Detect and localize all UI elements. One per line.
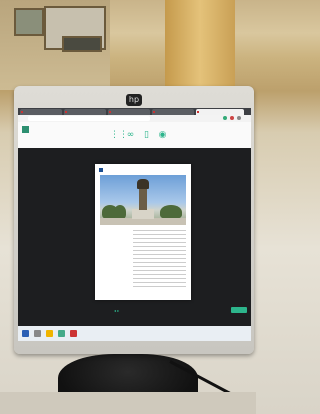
taskbar-app-icon[interactable] bbox=[34, 330, 41, 337]
document-title-bar bbox=[99, 168, 187, 173]
start-icon[interactable] bbox=[22, 330, 29, 337]
page-navigation[interactable]: ◂ ▸ bbox=[114, 308, 119, 313]
wall-poster-1 bbox=[14, 8, 44, 36]
hp-logo: hp bbox=[126, 94, 142, 106]
taskbar-app-icon[interactable] bbox=[70, 330, 77, 337]
tree bbox=[160, 205, 182, 219]
os-taskbar bbox=[18, 326, 251, 341]
document-page bbox=[95, 164, 191, 300]
wall-poster-3 bbox=[62, 36, 102, 52]
monitor: hp ⋮⋮ ∞ ▯ ◉ ◂ ▸ bbox=[14, 86, 254, 354]
poster-label bbox=[66, 40, 98, 48]
wooden-window-frame bbox=[165, 0, 235, 86]
monument-photo bbox=[100, 175, 186, 225]
browser-tab-strip bbox=[18, 108, 251, 115]
statue bbox=[137, 179, 149, 189]
app-toolbar: ⋮⋮ ∞ ▯ ◉ bbox=[18, 122, 251, 148]
tab-favicon-icon bbox=[197, 110, 199, 113]
statue-base bbox=[132, 209, 154, 219]
desk bbox=[0, 392, 256, 414]
poster-label bbox=[18, 12, 40, 32]
ground bbox=[100, 218, 186, 225]
address-bar bbox=[18, 115, 251, 122]
brand-text: hp bbox=[128, 95, 140, 104]
tab-favicon-icon bbox=[153, 110, 155, 113]
folder-icon[interactable] bbox=[46, 330, 53, 337]
browser-icon[interactable] bbox=[58, 330, 65, 337]
monitor-bezel bbox=[14, 341, 254, 354]
link-icon[interactable]: ∞ bbox=[126, 131, 135, 140]
tab-favicon-icon bbox=[109, 110, 111, 113]
extension-icon[interactable] bbox=[230, 116, 234, 120]
tab-favicon-icon bbox=[21, 110, 23, 113]
eye-icon[interactable]: ◉ bbox=[158, 131, 167, 140]
action-button[interactable] bbox=[231, 307, 247, 313]
url-field[interactable] bbox=[28, 116, 150, 121]
monitor-screen: ⋮⋮ ∞ ▯ ◉ ◂ ▸ bbox=[18, 108, 251, 341]
menu-icon[interactable] bbox=[237, 116, 241, 120]
tab-favicon-icon bbox=[65, 110, 67, 113]
tree bbox=[114, 205, 126, 219]
document-caption bbox=[100, 230, 130, 270]
document-body-text bbox=[133, 230, 186, 290]
title-marker-icon bbox=[99, 168, 103, 172]
page-icon[interactable]: ▯ bbox=[142, 131, 151, 140]
extension-icon[interactable] bbox=[223, 116, 227, 120]
viewer-bottom-bar: ◂ ▸ bbox=[18, 305, 251, 315]
grid-icon[interactable]: ⋮⋮ bbox=[110, 131, 128, 140]
statue-column bbox=[139, 188, 147, 210]
app-logo-icon bbox=[22, 126, 29, 133]
